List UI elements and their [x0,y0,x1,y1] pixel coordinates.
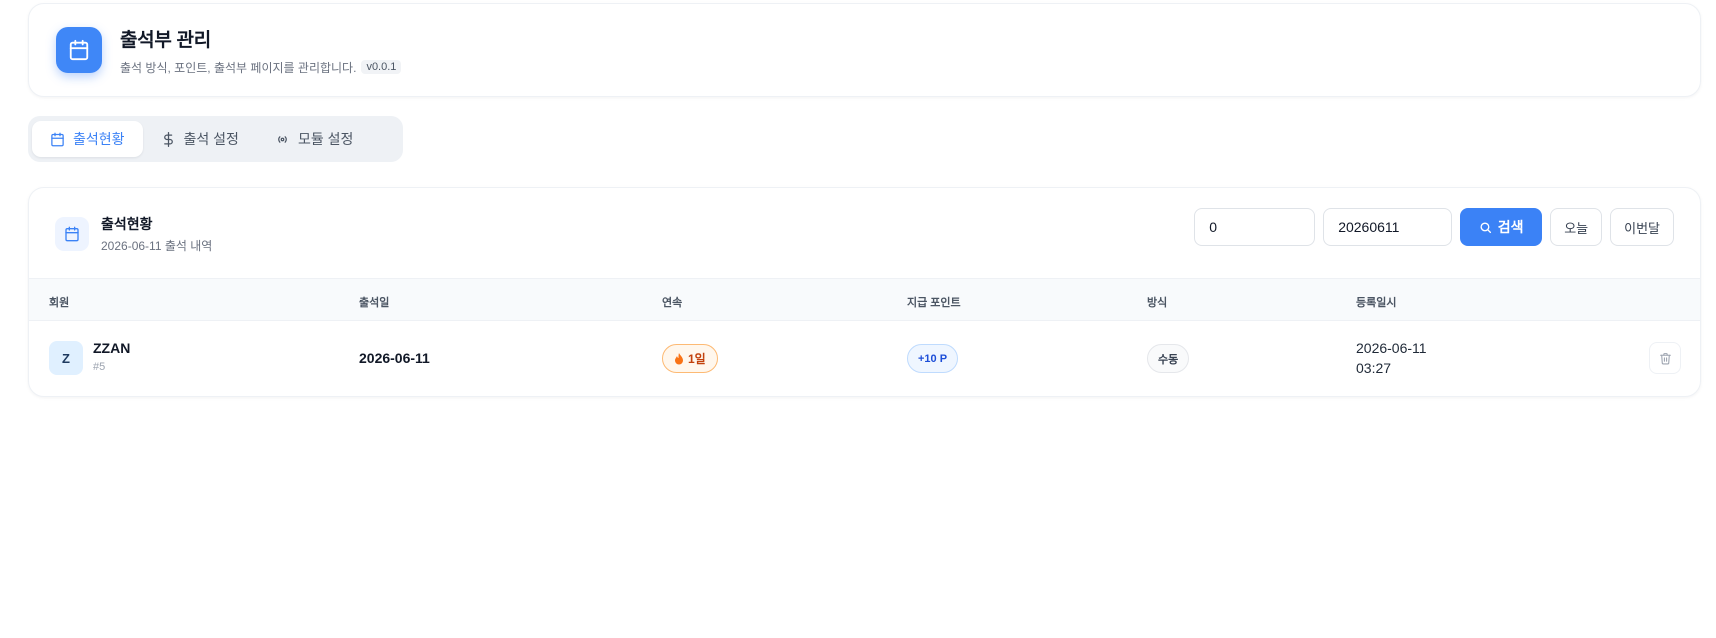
this-month-button[interactable]: 이번달 [1610,208,1674,246]
header-card: 출석부 관리 출석 방식, 포인트, 출석부 페이지를 관리합니다. v0.0.… [28,3,1701,97]
page: 출석부 관리 출석 방식, 포인트, 출석부 페이지를 관리합니다. v0.0.… [28,3,1701,397]
member-id: #5 [93,361,106,373]
date-input[interactable] [1323,208,1453,246]
tab-label: 모듈 설정 [297,131,354,147]
page-subtitle: 출석 방식, 포인트, 출석부 페이지를 관리합니다. [120,60,357,75]
attendance-panel: 출석현황 2026-06-11 출석 내역 검색 오늘 이번달 회원 출석일 연 [28,187,1701,397]
search-label: 검색 [1497,219,1524,235]
avatar: Z [49,341,83,375]
filter-input[interactable] [1194,208,1316,246]
tab-attendance-status[interactable]: 출석현황 [32,121,143,157]
fire-icon [675,352,683,364]
column-header-member: 회원 [49,297,70,309]
tab-attendance-settings[interactable]: 출석 설정 [143,121,257,157]
column-header-method: 방식 [1147,297,1168,309]
streak-value: 1일 [688,352,706,366]
table-row: Z ZZAN #5 2026-06-11 1일 +10 P 수동 2026-06… [29,321,1700,396]
version-badge: v0.0.1 [361,60,402,74]
registered-date: 2026-06-11 [1356,340,1427,356]
broadcast-icon [278,135,287,143]
trash-icon [1659,352,1671,364]
today-button[interactable]: 오늘 [1550,208,1603,246]
panel-title: 출석현황 [101,216,153,232]
column-header-date: 출석일 [359,297,390,309]
dollar-icon [163,131,173,147]
search-icon [1480,221,1491,233]
method-badge: 수동 [1147,344,1190,373]
streak-badge: 1일 [662,344,718,373]
calendar-icon [55,217,89,251]
points-badge: +10 P [907,344,959,373]
registered-datetime: 2026-06-11 03:27 [1356,338,1427,378]
registered-time: 03:27 [1356,360,1392,376]
column-header-streak: 연속 [662,297,683,309]
table-header: 회원 출석일 연속 지급 포인트 방식 등록일시 [29,278,1700,321]
page-title: 출석부 관리 [120,29,211,51]
member-name: ZZAN [93,340,131,356]
tab-module-settings[interactable]: 모듈 설정 [257,121,371,157]
column-header-registered: 등록일시 [1356,297,1397,309]
tab-label: 출석현황 [73,131,125,147]
tab-bar: 출석현황 출석 설정 모듈 설정 [28,116,403,162]
search-button[interactable]: 검색 [1460,208,1543,246]
tab-label: 출석 설정 [183,131,239,147]
calendar-icon [56,27,102,73]
attendance-date: 2026-06-11 [359,350,430,366]
calendar-icon [51,132,64,146]
delete-button[interactable] [1649,342,1681,374]
panel-subtitle: 2026-06-11 출석 내역 [101,239,213,253]
column-header-points: 지급 포인트 [907,297,961,309]
